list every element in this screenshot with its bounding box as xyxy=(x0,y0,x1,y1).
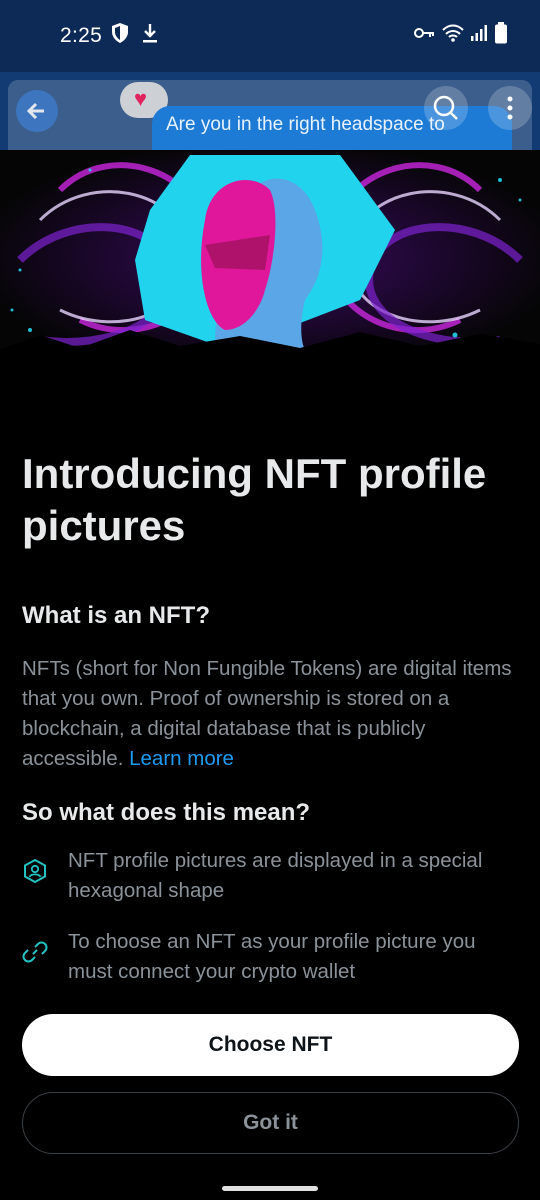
nft-description: NFTs (short for Non Fungible Tokens) are… xyxy=(22,654,527,774)
key-icon xyxy=(414,26,436,45)
feature-text: To choose an NFT as your profile picture… xyxy=(68,930,476,983)
signal-icon xyxy=(470,24,488,47)
what-is-nft-heading: What is an NFT? xyxy=(22,602,210,629)
sheet-title: Introducing NFT profile pictures xyxy=(22,450,487,549)
feature-hexagon: NFT profile pictures are displayed in a … xyxy=(22,846,498,906)
meaning-heading: So what does this mean? xyxy=(22,799,311,826)
back-arrow-icon[interactable] xyxy=(16,90,58,132)
feature-text: NFT profile pictures are displayed in a … xyxy=(68,849,483,902)
search-icon[interactable] xyxy=(424,86,468,130)
gesture-nav-bar[interactable] xyxy=(222,1186,318,1191)
wifi-icon xyxy=(442,23,464,48)
feature-wallet: To choose an NFT as your profile picture… xyxy=(22,927,498,987)
status-time: 2:25 xyxy=(60,24,103,47)
nft-description-text: NFTs (short for Non Fungible Tokens) are… xyxy=(22,657,512,770)
more-icon[interactable] xyxy=(488,86,532,130)
background-conversation: ♥ Are you in the right headspace to xyxy=(0,72,540,150)
battery-icon xyxy=(494,22,508,49)
choose-nft-button[interactable]: Choose NFT xyxy=(22,1014,519,1076)
status-bar: 2:25 xyxy=(0,0,540,72)
hexagon-profile-icon xyxy=(22,858,48,884)
hero-illustration xyxy=(0,150,540,365)
shield-icon xyxy=(110,22,130,49)
learn-more-link[interactable]: Learn more xyxy=(129,747,234,770)
heart-icon: ♥ xyxy=(134,86,148,111)
link-icon xyxy=(22,939,48,965)
download-icon xyxy=(140,22,160,49)
got-it-button[interactable]: Got it xyxy=(22,1092,519,1154)
